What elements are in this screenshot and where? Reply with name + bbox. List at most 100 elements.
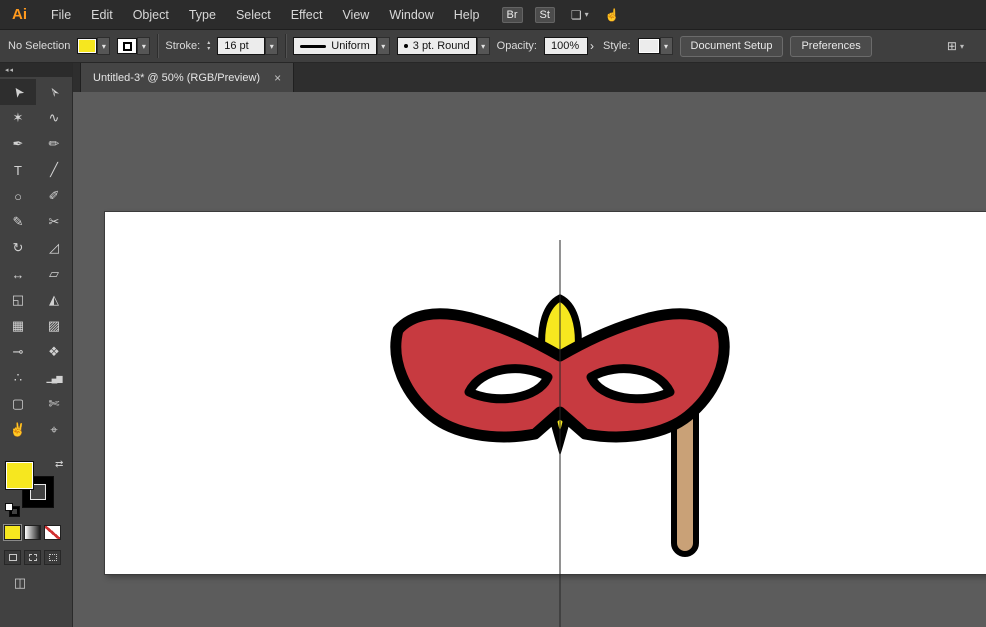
- style-label[interactable]: Style:: [603, 40, 631, 52]
- width-profile-dropdown-button[interactable]: ▾: [377, 37, 390, 55]
- stroke-profile-preview-icon: [300, 45, 326, 48]
- perspective-grid-tool[interactable]: ◭: [36, 287, 72, 313]
- scissors-tool[interactable]: ✂: [36, 209, 72, 235]
- mask-left-eye-shape[interactable]: [469, 369, 548, 399]
- style-control[interactable]: ▾: [638, 37, 673, 55]
- stroke-weight-dropdown-button[interactable]: ▾: [265, 37, 278, 55]
- draw-behind-button[interactable]: [24, 550, 41, 565]
- chevron-down-icon: ▾: [142, 42, 146, 51]
- collapse-panel-icon[interactable]: ◂◂: [5, 66, 14, 74]
- opacity-label[interactable]: Opacity:: [497, 40, 537, 52]
- draw-normal-icon: [9, 554, 17, 561]
- fill-color-control[interactable]: ▾: [77, 37, 110, 55]
- color-fill-button[interactable]: [4, 525, 21, 540]
- selection-status: No Selection: [8, 40, 70, 52]
- menu-object[interactable]: Object: [123, 8, 179, 22]
- scale-tool[interactable]: ◿: [36, 235, 72, 261]
- menu-view[interactable]: View: [332, 8, 379, 22]
- slice-tool[interactable]: ✄: [36, 391, 72, 417]
- brush-definition-field[interactable]: 3 pt. Round: [397, 37, 477, 55]
- artboard-tool[interactable]: ▢: [0, 391, 36, 417]
- workspace-switcher[interactable]: ❏ ▾: [571, 8, 589, 22]
- stroke-weight-stepper[interactable]: ▴ ▾: [207, 40, 210, 52]
- preferences-button[interactable]: Preferences: [790, 36, 871, 57]
- zoom-tool[interactable]: ⌖: [36, 417, 72, 443]
- panel-grid-icon: ⊞: [947, 39, 957, 53]
- stroke-color-control[interactable]: ▾: [117, 37, 150, 55]
- line-segment-tool[interactable]: ╱: [36, 157, 72, 183]
- hand-tool[interactable]: ✌: [0, 417, 36, 443]
- menu-window[interactable]: Window: [379, 8, 443, 22]
- stroke-dropdown-button[interactable]: ▾: [137, 37, 150, 55]
- menu-help[interactable]: Help: [444, 8, 490, 22]
- opacity-field[interactable]: 100%: [544, 37, 588, 55]
- brush-definition-control[interactable]: 3 pt. Round ▾: [397, 37, 490, 55]
- stepper-down-icon[interactable]: ▾: [207, 46, 210, 52]
- pencil-tool[interactable]: ✎: [0, 209, 36, 235]
- paintbrush-tool[interactable]: ✐: [36, 183, 72, 209]
- menu-select[interactable]: Select: [226, 8, 281, 22]
- menu-effect[interactable]: Effect: [281, 8, 333, 22]
- panel-options-control[interactable]: ⊞ ▾: [947, 39, 964, 53]
- draw-inside-button[interactable]: [44, 550, 61, 565]
- style-dropdown-button[interactable]: ▾: [660, 37, 673, 55]
- document-tab-title: Untitled-3* @ 50% (RGB/Preview): [93, 72, 260, 84]
- fill-color-swatch[interactable]: [77, 38, 97, 54]
- free-transform-tool[interactable]: ▱: [36, 261, 72, 287]
- bridge-button[interactable]: Br: [502, 7, 523, 23]
- none-fill-button[interactable]: [44, 525, 61, 540]
- direct-selection-tool[interactable]: ➢: [36, 79, 72, 105]
- touch-gesture-button[interactable]: ☝: [605, 8, 620, 22]
- menu-file[interactable]: File: [41, 8, 81, 22]
- curvature-tool[interactable]: ✏: [36, 131, 72, 157]
- artwork-layer: [73, 92, 986, 627]
- shape-builder-tool[interactable]: ◱: [0, 287, 36, 313]
- menu-type[interactable]: Type: [179, 8, 226, 22]
- menu-edit[interactable]: Edit: [81, 8, 123, 22]
- brush-definition-value: 3 pt. Round: [413, 40, 470, 52]
- eyedropper-tool[interactable]: ⊸: [0, 339, 36, 365]
- blend-tool[interactable]: ❖: [36, 339, 72, 365]
- app-logo[interactable]: Ai: [0, 6, 41, 23]
- opacity-submenu-arrow-icon[interactable]: ›: [588, 39, 596, 53]
- column-graph-tool[interactable]: ▁▄▆: [36, 365, 72, 391]
- selection-tool[interactable]: ➤: [0, 79, 36, 105]
- width-profile-field[interactable]: Uniform: [293, 37, 377, 55]
- canvas-pane[interactable]: [73, 92, 986, 627]
- magic-wand-tool[interactable]: ✶: [0, 105, 36, 131]
- style-swatch[interactable]: [638, 38, 660, 54]
- document-tab[interactable]: Untitled-3* @ 50% (RGB/Preview) ×: [80, 63, 294, 92]
- symbol-sprayer-tool[interactable]: ∴: [0, 365, 36, 391]
- chevron-down-icon: ▾: [270, 42, 274, 51]
- close-icon[interactable]: ×: [274, 71, 281, 85]
- lasso-tool[interactable]: ∿: [36, 105, 72, 131]
- fill-color-indicator[interactable]: [5, 461, 34, 490]
- pen-tool[interactable]: ✒: [0, 131, 36, 157]
- gradient-fill-button[interactable]: [24, 525, 41, 540]
- fill-dropdown-button[interactable]: ▾: [97, 37, 110, 55]
- width-tool[interactable]: ↔: [0, 261, 36, 287]
- stock-button[interactable]: St: [535, 7, 555, 23]
- screen-mode-button[interactable]: ◫: [8, 574, 32, 592]
- mesh-tool[interactable]: ▦: [0, 313, 36, 339]
- type-tool[interactable]: T: [0, 157, 36, 183]
- draw-normal-button[interactable]: [4, 550, 21, 565]
- stroke-color-swatch[interactable]: [117, 38, 137, 54]
- gradient-tool[interactable]: ▨: [36, 313, 72, 339]
- stroke-weight-field[interactable]: 16 pt: [217, 37, 265, 55]
- document-tab-strip: Untitled-3* @ 50% (RGB/Preview) ×: [73, 63, 986, 92]
- swap-fill-stroke-icon[interactable]: ⇄: [55, 459, 63, 470]
- default-fill-stroke-button[interactable]: [5, 503, 20, 517]
- stroke-weight-value: 16 pt: [224, 40, 248, 52]
- stroke-weight-control[interactable]: 16 pt ▾: [217, 37, 278, 55]
- document-setup-button[interactable]: Document Setup: [680, 36, 784, 57]
- mask-right-eye-shape[interactable]: [591, 369, 670, 399]
- stroke-weight-label[interactable]: Stroke:: [165, 40, 200, 52]
- selection-tool-icon: ➤: [8, 83, 27, 101]
- ellipse-tool[interactable]: ○: [0, 183, 36, 209]
- width-profile-control[interactable]: Uniform ▾: [293, 37, 390, 55]
- opacity-control[interactable]: 100% ›: [544, 37, 596, 55]
- rotate-tool[interactable]: ↻: [0, 235, 36, 261]
- brush-definition-dropdown-button[interactable]: ▾: [477, 37, 490, 55]
- tools-panel-header[interactable]: ◂◂: [0, 63, 72, 77]
